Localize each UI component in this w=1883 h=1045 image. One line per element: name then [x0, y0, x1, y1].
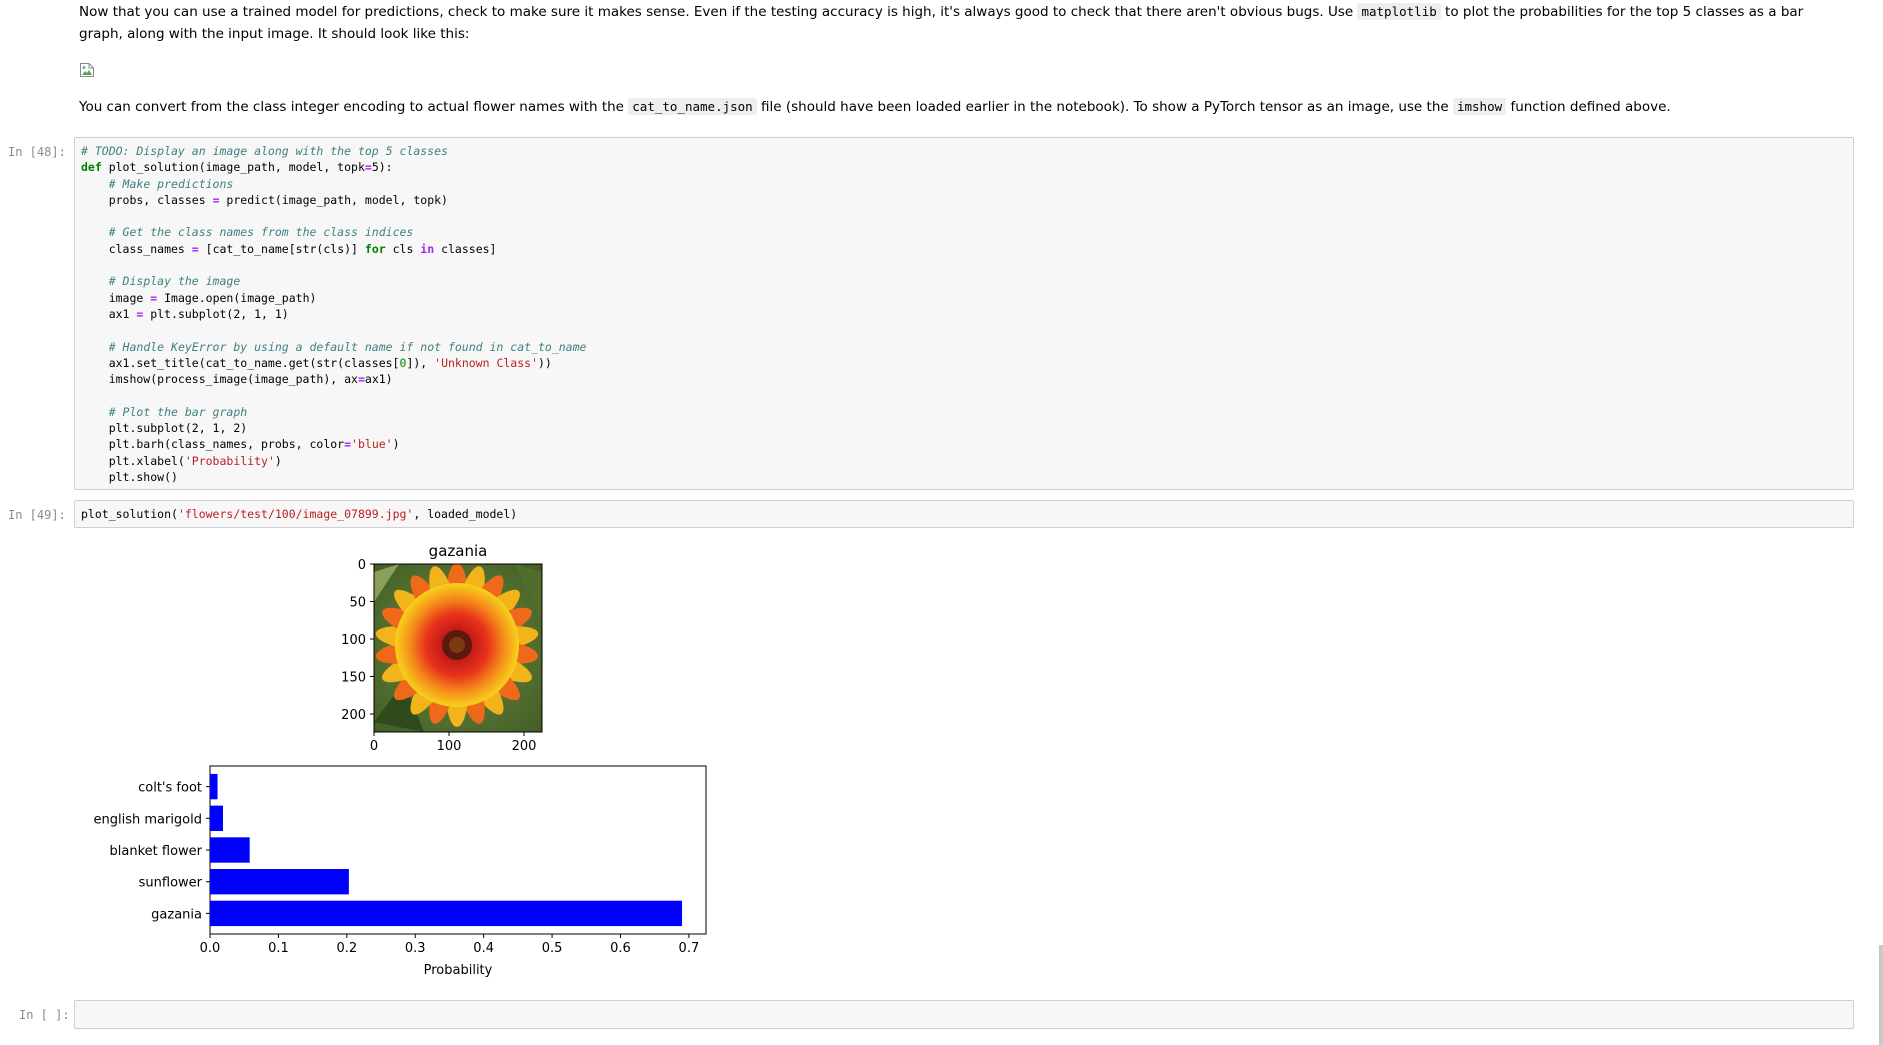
image-xtick-label: 200: [512, 739, 537, 754]
bar: [210, 773, 218, 800]
bar-xtick-label: 0.1: [268, 941, 289, 956]
inline-code-cat-to-name: cat_to_name.json: [628, 98, 757, 115]
markdown-intro: Now that you can use a trained model for…: [79, 1, 1839, 45]
bar-xtick-label: 0.7: [679, 941, 700, 956]
bar: [210, 805, 223, 831]
image-ytick-label: 50: [349, 596, 366, 611]
convert-text-suffix: function defined above.: [1510, 99, 1671, 115]
bar-xtick-label: 0.5: [542, 941, 563, 956]
code-cell-49[interactable]: plot_solution('flowers/test/100/image_07…: [74, 500, 1854, 528]
bar-xlabel: Probability: [424, 963, 493, 978]
image-ytick-label: 0: [358, 558, 366, 573]
bar-category-label: sunflower: [139, 876, 203, 891]
cell-49-prompt: In [49]:: [8, 508, 66, 522]
bar-xtick-label: 0.0: [200, 941, 221, 956]
intro-text-prefix: Now that you can use a trained model for…: [79, 4, 1354, 20]
bar-chart-axes: gazania sunflower blanket flower english ma…: [93, 765, 707, 956]
inline-code-imshow: imshow: [1452, 98, 1507, 115]
cell-48-prompt: In [48]:: [8, 145, 66, 159]
flower-image: [374, 564, 542, 732]
cell-49-output: gazania 0 100 200 0 50 100 150 200 gazania sunfl…: [74, 532, 774, 992]
image-ytick-label: 100: [341, 633, 366, 648]
image-xtick-label: 100: [437, 739, 462, 754]
cell-empty-prompt: In [ ]:: [19, 1008, 70, 1022]
image-title: gazania: [429, 542, 488, 560]
bar-series: [210, 773, 683, 927]
code-cell-empty[interactable]: [74, 1000, 1854, 1029]
image-ytick-label: 200: [341, 708, 366, 723]
bar-xtick-label: 0.2: [336, 941, 357, 956]
matplotlib-figure: gazania 0 100 200 0 50 100 150 200 gazania sunfl…: [93, 542, 707, 978]
code-block-49[interactable]: plot_solution('flowers/test/100/image_07…: [75, 501, 1853, 526]
broken-image-icon: [80, 63, 94, 77]
image-xtick-label: 0: [370, 739, 378, 754]
bar-xtick-label: 0.3: [405, 941, 426, 956]
convert-text-mid: file (should have been loaded earlier in…: [761, 99, 1449, 115]
bar-xtick-label: 0.4: [473, 941, 494, 956]
bar: [210, 869, 349, 895]
bar: [210, 837, 250, 863]
code-block-48[interactable]: # TODO: Display an image along with the …: [75, 138, 1853, 489]
code-cell-48[interactable]: # TODO: Display an image along with the …: [74, 137, 1854, 490]
scrollbar-thumb[interactable]: [1879, 945, 1883, 1045]
bar: [210, 900, 683, 927]
bar-category-label: english marigold: [93, 812, 202, 827]
bar-category-label: gazania: [151, 907, 202, 922]
bar-category-label: blanket flower: [110, 844, 203, 859]
image-ytick-label: 150: [341, 671, 366, 686]
convert-text-prefix: You can convert from the class integer e…: [79, 99, 624, 115]
bar-category-label: colt's foot: [138, 781, 202, 796]
inline-code-matplotlib: matplotlib: [1357, 3, 1441, 20]
bar-xtick-label: 0.6: [610, 941, 631, 956]
markdown-convert: You can convert from the class integer e…: [79, 96, 1671, 118]
